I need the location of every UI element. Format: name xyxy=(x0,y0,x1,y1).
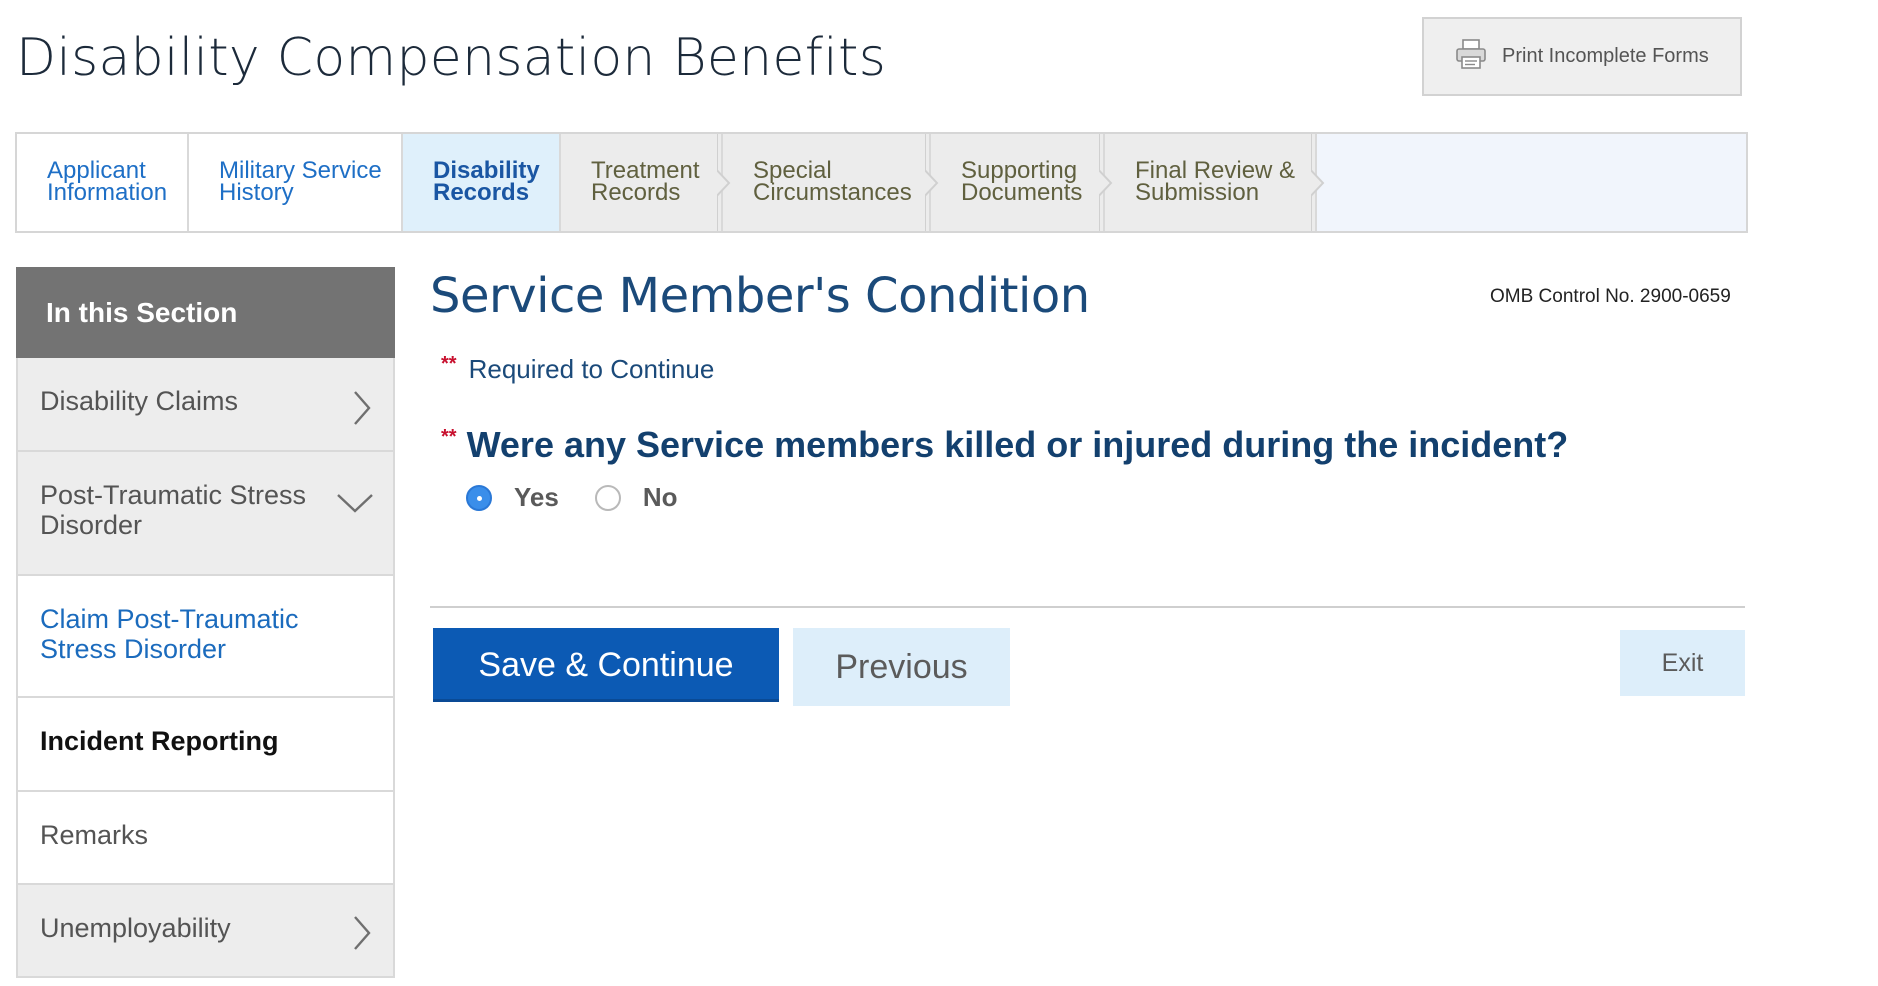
sidebar-item-claim-ptsd[interactable]: Claim Post-Traumatic Stress Disorder xyxy=(16,576,395,698)
step-special-circumstances[interactable]: Special Circumstances xyxy=(723,134,939,231)
step-applicant-information[interactable]: Applicant Information xyxy=(17,134,189,231)
divider xyxy=(430,606,1745,608)
radio-yes[interactable]: Yes xyxy=(466,482,559,513)
previous-button[interactable]: Previous xyxy=(793,628,1010,706)
chevron-right-icon xyxy=(354,391,371,425)
step-chevron-icon xyxy=(925,134,939,231)
step-disability-records[interactable]: Disability Records xyxy=(403,134,561,231)
exit-button[interactable]: Exit xyxy=(1620,630,1745,696)
radio-unselected-indicator[interactable] xyxy=(594,484,621,511)
step-label: Treatment Records xyxy=(591,157,700,206)
sidebar-item-label: Remarks xyxy=(40,820,149,850)
sidebar-item-remarks[interactable]: Remarks xyxy=(16,792,395,885)
step-label: Supporting Documents xyxy=(961,157,1083,206)
print-incomplete-forms-button[interactable]: Print Incomplete Forms xyxy=(1422,17,1742,96)
page-title: Disability Compensation Benefits xyxy=(16,28,887,88)
question-text: Were any Service members killed or injur… xyxy=(466,424,1569,465)
step-chevron-icon xyxy=(717,134,731,231)
step-label: Military Service History xyxy=(219,157,382,206)
sidebar-item-label: Claim Post-Traumatic Stress Disorder xyxy=(40,604,299,664)
question-label: ** Were any Service members killed or inj… xyxy=(441,424,1568,466)
radio-group: Yes No xyxy=(466,482,714,513)
step-navigation: Applicant Information Military Service H… xyxy=(15,132,1748,233)
print-incomplete-forms-label: Print Incomplete Forms xyxy=(1502,45,1709,67)
chevron-right-icon xyxy=(354,916,371,950)
radio-no-label: No xyxy=(642,482,678,512)
step-chevron-icon xyxy=(1099,134,1113,231)
step-final-review-submission[interactable]: Final Review & Submission xyxy=(1105,134,1325,231)
section-sidebar: In this Section Disability Claims Post-T… xyxy=(16,267,395,978)
radio-selected-indicator[interactable] xyxy=(466,484,492,511)
sidebar-item-unemployability[interactable]: Unemployability xyxy=(16,885,395,978)
sidebar-item-incident-reporting[interactable]: Incident Reporting xyxy=(16,698,395,792)
required-marker: ** xyxy=(441,353,457,375)
required-marker: ** xyxy=(441,426,457,448)
step-label: Final Review & Submission xyxy=(1135,157,1296,206)
step-military-service-history[interactable]: Military Service History xyxy=(189,134,403,231)
sidebar-item-ptsd[interactable]: Post-Traumatic Stress Disorder xyxy=(16,452,395,576)
required-note: ** Required to Continue xyxy=(441,353,715,385)
printer-icon xyxy=(1454,37,1488,76)
sidebar-item-label: Unemployability xyxy=(40,913,231,943)
sidebar-heading: In this Section xyxy=(16,267,395,372)
sidebar-item-label: Disability Claims xyxy=(40,386,239,416)
chevron-down-icon xyxy=(337,494,373,513)
section-title: Service Member's Condition xyxy=(430,268,1090,324)
step-label: Disability Records xyxy=(433,157,540,206)
sidebar-heading-label: In this Section xyxy=(46,297,238,328)
step-chevron-icon xyxy=(1311,134,1325,231)
omb-control-number: OMB Control No. 2900-0659 xyxy=(1490,286,1731,307)
step-treatment-records[interactable]: Treatment Records xyxy=(561,134,731,231)
step-label: Special Circumstances xyxy=(753,157,912,206)
sidebar-item-disability-claims[interactable]: Disability Claims xyxy=(16,358,395,452)
save-continue-button[interactable]: Save & Continue xyxy=(433,628,779,702)
sidebar-item-label: Incident Reporting xyxy=(40,726,279,756)
radio-yes-label: Yes xyxy=(514,482,559,512)
step-supporting-documents[interactable]: Supporting Documents xyxy=(931,134,1113,231)
required-note-text: Required to Continue xyxy=(468,354,715,384)
radio-no[interactable]: No xyxy=(594,482,678,513)
step-label: Applicant Information xyxy=(47,157,168,206)
